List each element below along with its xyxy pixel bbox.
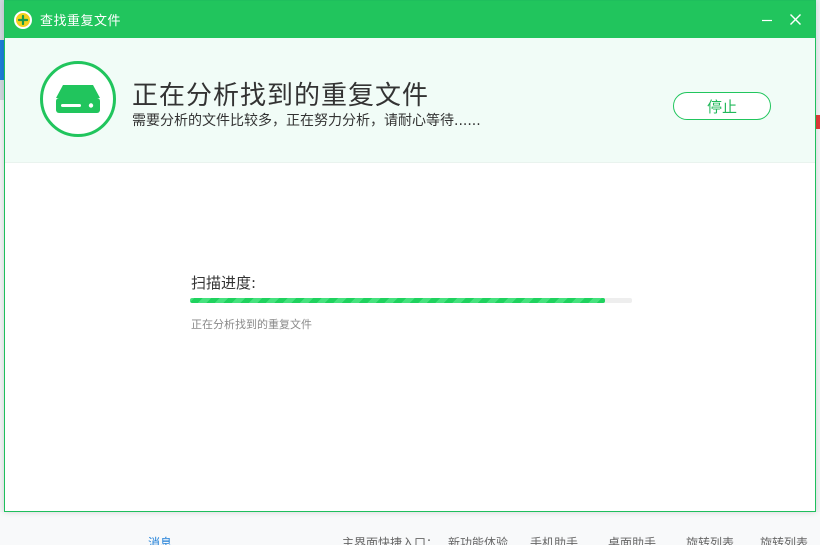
status-header: 正在分析找到的重复文件 需要分析的文件比较多，正在努力分析，请耐心等待.....… bbox=[5, 38, 815, 163]
screen: 消息 主界面快捷入口： 新功能体验 手机助手 桌面助手 旋转列表 旋转列表 查找… bbox=[0, 0, 820, 545]
close-button[interactable] bbox=[781, 1, 809, 38]
background-text: 旋转列表 bbox=[686, 536, 735, 545]
find-duplicates-dialog: 查找重复文件 正在分析找到的重复文件 需要分析的文件比较多，正在努力分析，请耐心… bbox=[4, 0, 816, 512]
background-link: 消息 bbox=[148, 536, 173, 545]
minimize-button[interactable] bbox=[753, 1, 781, 38]
scan-progress-fill bbox=[190, 298, 606, 303]
minimize-icon bbox=[762, 19, 772, 21]
hard-disk-icon bbox=[40, 61, 116, 137]
dialog-title: 查找重复文件 bbox=[40, 14, 122, 29]
scan-progress-detail: 正在分析找到的重复文件 bbox=[191, 318, 312, 331]
background-app-footer: 消息 主界面快捷入口： 新功能体验 手机助手 桌面助手 旋转列表 旋转列表 bbox=[0, 512, 820, 545]
background-text: 桌面助手 bbox=[608, 536, 657, 545]
status-subtitle: 需要分析的文件比较多，正在努力分析，请耐心等待...... bbox=[132, 113, 481, 129]
close-icon bbox=[789, 14, 801, 25]
background-text: 新功能体验 bbox=[448, 536, 509, 545]
page-title: 正在分析找到的重复文件 bbox=[132, 81, 430, 111]
dialog-titlebar[interactable]: 查找重复文件 bbox=[5, 1, 815, 38]
window-controls bbox=[753, 1, 815, 38]
scan-progress-label: 扫描进度: bbox=[191, 274, 257, 292]
app-logo-icon bbox=[14, 10, 32, 29]
background-text: 主界面快捷入口： bbox=[342, 536, 439, 545]
background-text: 旋转列表 bbox=[760, 536, 809, 545]
scan-progress-bar bbox=[190, 298, 632, 303]
stop-button[interactable]: 停止 bbox=[673, 92, 771, 120]
background-text: 手机助手 bbox=[530, 536, 579, 545]
